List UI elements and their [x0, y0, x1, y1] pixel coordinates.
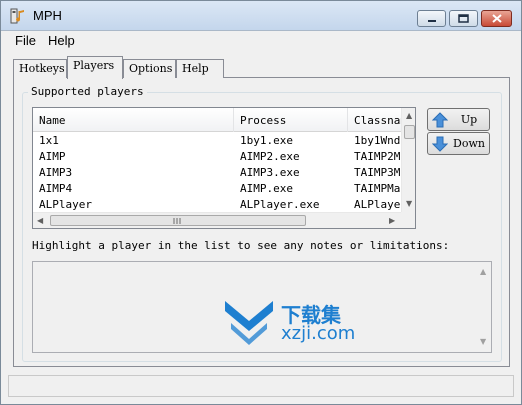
cell-name: 1x1: [39, 134, 59, 147]
cell-classname: ALPlayer: [354, 198, 401, 211]
list-item[interactable]: ALPlayer ALPlayer.exe ALPlayer: [33, 197, 401, 213]
cell-name: AIMP3: [39, 166, 73, 179]
cell-classname: 1by1WndC: [354, 134, 401, 147]
cell-classname: TAIMPMai: [354, 182, 401, 195]
cell-classname: TAIMP3Ma: [354, 166, 401, 179]
up-label: Up: [460, 113, 478, 126]
grip-icon: [173, 218, 181, 224]
maximize-button[interactable]: [449, 10, 478, 27]
scroll-left-icon[interactable]: ◀: [37, 217, 43, 225]
list-header: Name Process Classname: [33, 108, 408, 132]
scroll-up-icon[interactable]: ▲: [480, 268, 486, 276]
list-horizontal-scrollbar[interactable]: ◀ ▶: [33, 212, 401, 228]
tab-players[interactable]: Players: [67, 56, 123, 79]
notes-vertical-scrollbar[interactable]: ▲ ▼: [476, 262, 491, 352]
list-item[interactable]: 1x1 1by1.exe 1by1WndC: [33, 133, 401, 149]
cell-name: AIMP: [39, 150, 66, 163]
cell-name: AIMP4: [39, 182, 73, 195]
arrow-up-icon: [432, 112, 448, 128]
scroll-up-icon[interactable]: ▲: [406, 112, 412, 120]
column-header-classname[interactable]: Classname: [348, 108, 408, 132]
minimize-button[interactable]: [417, 10, 446, 27]
scroll-right-icon[interactable]: ▶: [389, 217, 395, 225]
cell-classname: TAIMP2Ma: [354, 150, 401, 163]
notes-hint-label: Highlight a player in the list to see an…: [32, 239, 450, 252]
close-icon: [491, 14, 502, 23]
scroll-down-icon[interactable]: ▼: [480, 338, 486, 346]
list-item[interactable]: AIMP4 AIMP.exe TAIMPMai: [33, 181, 401, 197]
app-icon: [10, 8, 24, 24]
close-button[interactable]: [481, 10, 512, 27]
down-label: Down: [453, 137, 485, 150]
cell-process: AIMP2.exe: [240, 150, 300, 163]
status-bar: [8, 375, 514, 397]
window-title: MPH: [33, 8, 62, 23]
maximize-icon: [458, 14, 469, 23]
cell-process: AIMP.exe: [240, 182, 293, 195]
list-item[interactable]: AIMP3 AIMP3.exe TAIMP3Ma: [33, 165, 401, 181]
scroll-down-icon[interactable]: ▼: [406, 200, 412, 208]
list-vertical-scrollbar[interactable]: ▲ ▼: [401, 108, 415, 212]
cell-name: ALPlayer: [39, 198, 92, 211]
watermark-url: xzji.com: [281, 323, 356, 344]
column-header-process[interactable]: Process: [234, 108, 348, 132]
cell-process: AIMP3.exe: [240, 166, 300, 179]
watermark: 下载集 xzji.com: [221, 297, 371, 347]
move-down-button[interactable]: Down: [427, 132, 490, 155]
players-list[interactable]: Name Process Classname 1x1 1by1.exe 1by1…: [32, 107, 416, 229]
list-item[interactable]: AIMP AIMP2.exe TAIMP2Ma: [33, 149, 401, 165]
vertical-scroll-thumb[interactable]: [404, 125, 415, 139]
minimize-icon: [427, 19, 436, 22]
cell-process: 1by1.exe: [240, 134, 293, 147]
column-header-name[interactable]: Name: [33, 108, 234, 132]
menu-bar: File Help: [1, 31, 521, 51]
scrollbar-corner: [401, 212, 415, 228]
group-title: Supported players: [28, 85, 147, 98]
menu-file[interactable]: File: [15, 33, 36, 48]
move-up-button[interactable]: Up: [427, 108, 490, 131]
title-bar[interactable]: MPH: [1, 1, 521, 31]
watermark-logo-icon: [225, 301, 273, 345]
tab-options[interactable]: Options: [123, 59, 176, 78]
horizontal-scroll-thumb[interactable]: [50, 215, 306, 226]
menu-help[interactable]: Help: [48, 33, 75, 48]
tab-help[interactable]: Help: [176, 59, 224, 78]
cell-process: ALPlayer.exe: [240, 198, 320, 211]
arrow-down-icon: [432, 136, 448, 152]
main-window: MPH File Help Hotkeys Players Options He…: [0, 0, 522, 405]
tab-hotkeys[interactable]: Hotkeys: [13, 59, 67, 78]
